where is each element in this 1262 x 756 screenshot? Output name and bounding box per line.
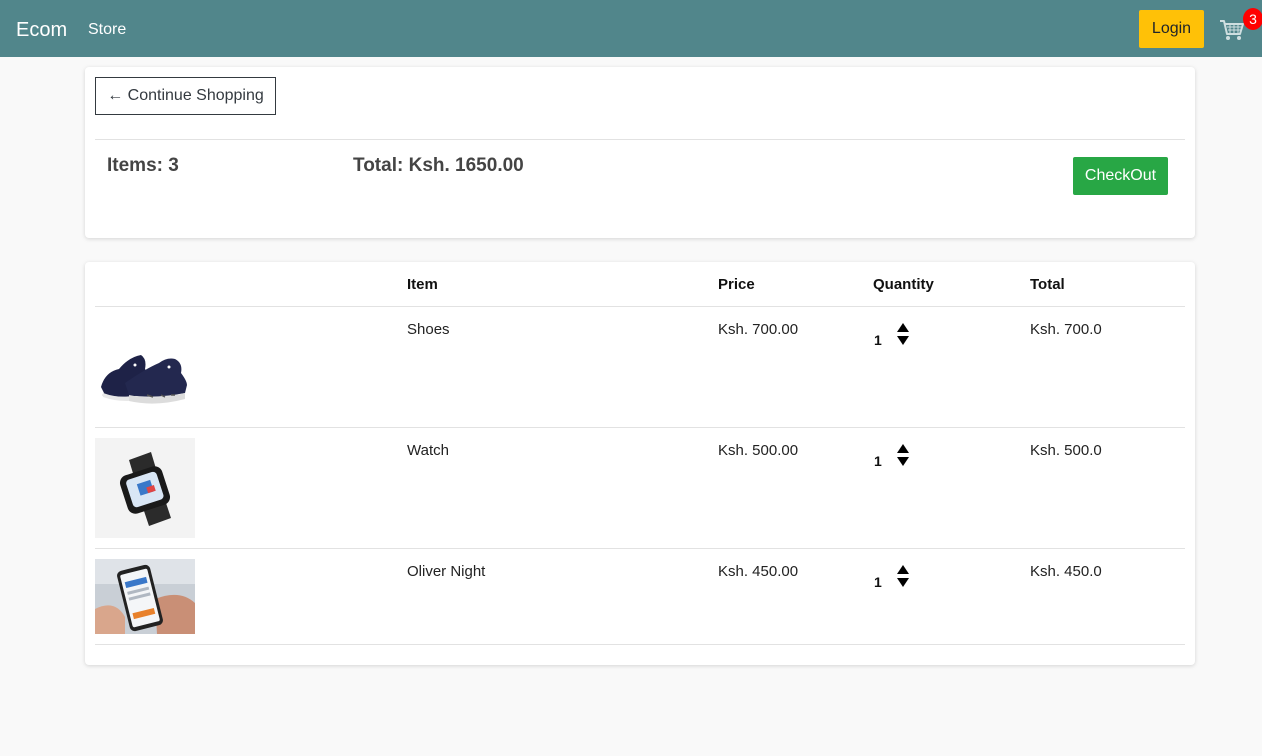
navbar: Ecom Store Login 3 — [0, 0, 1262, 57]
item-name: Oliver Night — [407, 563, 486, 580]
login-button[interactable]: Login — [1139, 10, 1204, 48]
item-name: Shoes — [407, 321, 450, 338]
cart-summary-card: ← Continue Shopping Items: 3 Total: Ksh.… — [85, 67, 1195, 238]
item-total: Ksh. 450.0 — [1030, 563, 1102, 580]
decrease-quantity-arrow-icon[interactable] — [897, 336, 909, 345]
items-value: 3 — [168, 155, 179, 176]
table-row: Oliver Night Ksh. 450.00 1 Ksh. 450.0 — [95, 549, 1185, 645]
continue-shopping-button[interactable]: ← Continue Shopping — [95, 77, 276, 115]
item-quantity: 1 — [874, 453, 882, 469]
cart-items-card: Item Price Quantity Total Shoes Ksh. 700… — [85, 262, 1195, 665]
total-value: Ksh. 1650.00 — [408, 155, 524, 176]
header-total: Total — [1030, 276, 1065, 293]
cart-total: Total: Ksh. 1650.00 — [353, 154, 524, 178]
increase-quantity-arrow-icon[interactable] — [897, 444, 909, 453]
cart-icon[interactable] — [1219, 18, 1245, 42]
divider — [95, 139, 1185, 140]
cart-count-badge: 3 — [1243, 8, 1262, 30]
header-price: Price — [718, 276, 755, 293]
watch-image — [95, 438, 195, 538]
decrease-quantity-arrow-icon[interactable] — [897, 457, 909, 466]
item-name: Watch — [407, 442, 449, 459]
brand-logo[interactable]: Ecom — [16, 18, 67, 42]
item-price: Ksh. 450.00 — [718, 563, 799, 580]
increase-quantity-arrow-icon[interactable] — [897, 323, 909, 332]
nav-store-link[interactable]: Store — [88, 20, 126, 40]
item-quantity: 1 — [874, 332, 882, 348]
items-count: Items: 3 — [107, 154, 179, 178]
header-quantity: Quantity — [873, 276, 934, 293]
divider — [95, 644, 1185, 645]
item-price: Ksh. 500.00 — [718, 442, 799, 459]
phone-image — [95, 559, 195, 634]
item-price: Ksh. 700.00 — [718, 321, 799, 338]
decrease-quantity-arrow-icon[interactable] — [897, 578, 909, 587]
checkout-button[interactable]: CheckOut — [1073, 157, 1168, 195]
shoes-image — [95, 317, 195, 417]
header-item: Item — [407, 276, 438, 293]
table-row: Watch Ksh. 500.00 1 Ksh. 500.0 — [95, 428, 1185, 549]
increase-quantity-arrow-icon[interactable] — [897, 565, 909, 574]
item-total: Ksh. 700.0 — [1030, 321, 1102, 338]
items-label: Items: — [107, 155, 163, 176]
total-label: Total: — [353, 155, 404, 176]
item-total: Ksh. 500.0 — [1030, 442, 1102, 459]
table-row: Shoes Ksh. 700.00 1 Ksh. 700.0 — [95, 307, 1185, 428]
item-quantity: 1 — [874, 574, 882, 590]
